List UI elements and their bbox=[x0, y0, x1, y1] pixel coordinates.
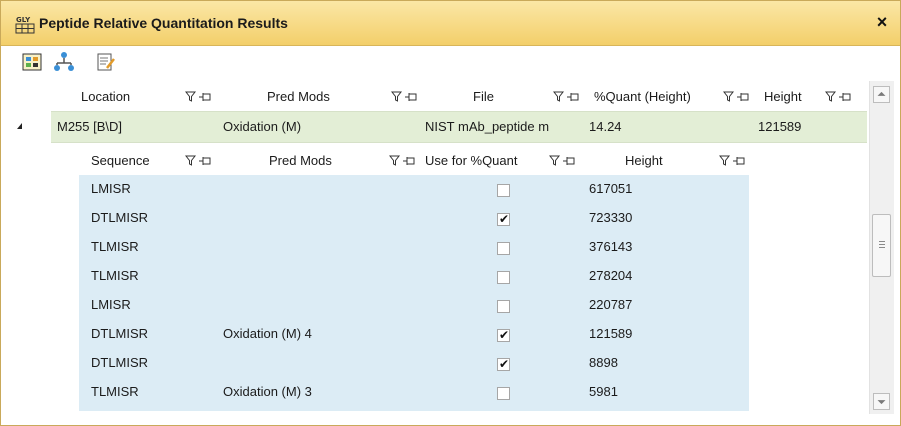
sequence-cell: TLMISR bbox=[91, 384, 139, 399]
table-row[interactable]: DTLMISR ✔ 8898 bbox=[79, 349, 749, 378]
window-title: Peptide Relative Quantitation Results bbox=[39, 15, 288, 31]
scroll-down-icon[interactable] bbox=[873, 393, 890, 410]
filter-pin-icon[interactable] bbox=[825, 91, 851, 103]
height-cell: 121589 bbox=[758, 119, 802, 134]
sequence-cell: TLMISR bbox=[91, 268, 139, 283]
quant-cell: 14.24 bbox=[589, 119, 622, 134]
use-for-quant-checkbox[interactable] bbox=[497, 184, 510, 197]
col-header-quant-height[interactable]: %Quant (Height) bbox=[594, 89, 691, 104]
col-header-use-for-quant[interactable]: Use for %Quant bbox=[425, 153, 518, 168]
checkmark-icon: ✔ bbox=[499, 328, 510, 342]
sequence-cell: DTLMISR bbox=[91, 326, 149, 341]
use-for-quant-checkbox[interactable] bbox=[497, 271, 510, 284]
sequence-cell: LMISR bbox=[91, 297, 131, 312]
table-row[interactable]: TLMISR Oxidation (M) 3 5981 bbox=[79, 378, 749, 407]
sequence-cell: LMISR bbox=[91, 181, 131, 196]
pred-mods-cell: Oxidation (M) bbox=[223, 119, 302, 134]
height-cell: 376143 bbox=[589, 239, 633, 254]
filter-pin-icon[interactable] bbox=[723, 91, 749, 103]
scrollbar-thumb[interactable] bbox=[872, 214, 891, 277]
filter-pin-icon[interactable] bbox=[391, 91, 417, 103]
vertical-scrollbar[interactable] bbox=[869, 81, 894, 414]
svg-text:GLY: GLY bbox=[16, 16, 31, 24]
filter-pin-icon[interactable] bbox=[553, 91, 579, 103]
height-cell: 8898 bbox=[589, 355, 618, 370]
results-window: GLY Peptide Relative Quantitation Result… bbox=[0, 0, 901, 426]
file-cell: NIST mAb_peptide m bbox=[425, 119, 550, 134]
col-header-pred-mods[interactable]: Pred Mods bbox=[267, 89, 330, 104]
checkmark-icon: ✔ bbox=[499, 357, 510, 371]
toolbar bbox=[1, 46, 900, 78]
filter-pin-icon[interactable] bbox=[185, 91, 211, 103]
table-row[interactable]: LMISR 220787 bbox=[79, 291, 749, 320]
glyco-app-icon: GLY bbox=[15, 16, 35, 34]
outer-table-header: Location Pred Mods File %Quant (Height) … bbox=[29, 83, 867, 110]
use-for-quant-checkbox[interactable]: ✔ bbox=[497, 328, 510, 342]
close-button[interactable]: × bbox=[873, 13, 891, 31]
use-for-quant-checkbox[interactable]: ✔ bbox=[497, 212, 510, 226]
table-row[interactable]: DTLMISR Oxidation (M) 4 ✔ 121589 bbox=[79, 320, 749, 349]
checkmark-icon: ✔ bbox=[499, 212, 510, 226]
height-cell: 723330 bbox=[589, 210, 633, 225]
settings-grid-icon[interactable] bbox=[21, 51, 43, 73]
sequence-cell: DTLMISR bbox=[91, 210, 149, 225]
sequence-cell: TLMISR bbox=[91, 239, 139, 254]
col-header-sequence[interactable]: Sequence bbox=[91, 153, 150, 168]
title-bar: GLY Peptide Relative Quantitation Result… bbox=[1, 1, 900, 46]
pred-mods-cell: Oxidation (M) 4 bbox=[223, 326, 312, 341]
inner-table-body: LMISR 617051 DTLMISR ✔ 723330 TLMISR 376… bbox=[79, 175, 749, 411]
table-row[interactable]: TLMISR 376143 bbox=[79, 233, 749, 262]
location-cell: M255 [B\D] bbox=[57, 119, 123, 134]
col-header-height[interactable]: Height bbox=[625, 153, 663, 168]
filter-pin-icon[interactable] bbox=[185, 155, 211, 167]
filter-pin-icon[interactable] bbox=[719, 155, 745, 167]
scroll-up-icon[interactable] bbox=[873, 86, 890, 103]
use-for-quant-checkbox[interactable]: ✔ bbox=[497, 357, 510, 371]
col-header-file[interactable]: File bbox=[473, 89, 494, 104]
sequence-cell: DTLMISR bbox=[91, 355, 149, 370]
table-row[interactable]: LMISR 617051 bbox=[79, 175, 749, 204]
col-header-location[interactable]: Location bbox=[81, 89, 130, 104]
filter-pin-icon[interactable] bbox=[389, 155, 415, 167]
table-row[interactable]: TLMISR 278204 bbox=[79, 262, 749, 291]
height-cell: 121589 bbox=[589, 326, 633, 341]
outer-table-row[interactable]: M255 [B\D] Oxidation (M) NIST mAb_peptid… bbox=[51, 111, 867, 143]
use-for-quant-checkbox[interactable] bbox=[497, 300, 510, 313]
height-cell: 617051 bbox=[589, 181, 633, 196]
col-header-pred-mods[interactable]: Pred Mods bbox=[269, 153, 332, 168]
collapse-row-icon[interactable] bbox=[17, 123, 22, 129]
filter-pin-icon[interactable] bbox=[549, 155, 575, 167]
pred-mods-cell: Oxidation (M) 3 bbox=[223, 384, 312, 399]
notes-edit-icon[interactable] bbox=[95, 51, 117, 73]
use-for-quant-checkbox[interactable] bbox=[497, 387, 510, 400]
use-for-quant-checkbox[interactable] bbox=[497, 242, 510, 255]
table-row[interactable]: DTLMISR ✔ 723330 bbox=[79, 204, 749, 233]
height-cell: 220787 bbox=[589, 297, 633, 312]
height-cell: 278204 bbox=[589, 268, 633, 283]
share-network-icon[interactable] bbox=[53, 51, 75, 73]
col-header-height[interactable]: Height bbox=[764, 89, 802, 104]
inner-table-header: Sequence Pred Mods Use for %Quant Height bbox=[79, 146, 749, 175]
height-cell: 5981 bbox=[589, 384, 618, 399]
